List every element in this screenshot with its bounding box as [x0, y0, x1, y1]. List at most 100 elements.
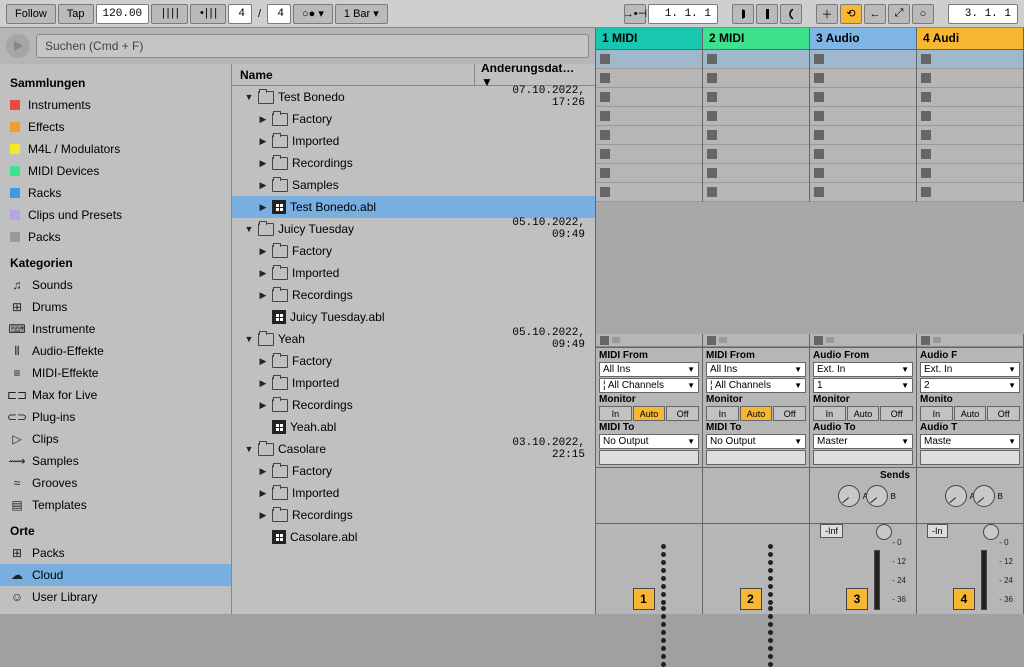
track-status-row[interactable] [810, 334, 916, 347]
clip-slot[interactable] [596, 164, 702, 183]
automation-arm-button[interactable]: ⟲ [840, 4, 862, 24]
nudge-up-icon[interactable]: •||| [190, 4, 226, 24]
disclosure-triangle-icon[interactable]: ▶ [258, 510, 268, 520]
file-row[interactable]: ▶Recordings [232, 394, 595, 416]
clip-slot[interactable] [917, 183, 1023, 202]
file-row[interactable]: ▶Factory [232, 350, 595, 372]
clip-slot[interactable] [917, 50, 1023, 69]
io-channel-dropdown[interactable]: 1▼ [813, 378, 913, 393]
clip-slot[interactable] [917, 145, 1023, 164]
monitor-off-button[interactable]: Off [880, 406, 913, 421]
file-row[interactable]: ▶Recordings [232, 284, 595, 306]
category-grooves[interactable]: ≈Grooves [0, 472, 231, 494]
io-to-dropdown[interactable]: No Output▼ [706, 434, 806, 449]
file-row[interactable]: ▶Imported [232, 482, 595, 504]
disclosure-triangle-icon[interactable]: ▼ [244, 224, 254, 234]
file-row[interactable]: ▼Casolare03.10.2022, 22:15 [232, 438, 595, 460]
file-row[interactable]: ▶Imported [232, 262, 595, 284]
collection-racks[interactable]: Racks [0, 182, 231, 204]
clip-slot[interactable] [917, 69, 1023, 88]
io-from-dropdown[interactable]: All Ins▼ [599, 362, 699, 377]
clip-slot[interactable] [703, 69, 809, 88]
marker-icon[interactable]: →•⊣ [624, 4, 646, 24]
collection-clips-und-presets[interactable]: Clips und Presets [0, 204, 231, 226]
play-button[interactable] [732, 4, 754, 24]
collection-midi-devices[interactable]: MIDI Devices [0, 160, 231, 182]
file-row[interactable]: ▼Test Bonedo07.10.2022, 17:26 [232, 86, 595, 108]
track-status-row[interactable] [917, 334, 1023, 347]
category-templates[interactable]: ▤Templates [0, 494, 231, 516]
io-from-dropdown[interactable]: All Ins▼ [706, 362, 806, 377]
record-button[interactable] [780, 4, 802, 24]
stop-button[interactable] [756, 4, 778, 24]
io-channel-dropdown[interactable]: ¦ All Channels▼ [599, 378, 699, 393]
collection-packs[interactable]: Packs [0, 226, 231, 248]
disclosure-triangle-icon[interactable]: ▶ [258, 246, 268, 256]
file-row[interactable]: ▶Samples [232, 174, 595, 196]
monitor-in-button[interactable]: In [599, 406, 632, 421]
category-audio-effekte[interactable]: ⫴Audio-Effekte [0, 340, 231, 362]
collection-instruments[interactable]: Instruments [0, 94, 231, 116]
pan-knob[interactable] [983, 524, 999, 540]
track-header[interactable]: 4 Audi [917, 28, 1024, 50]
file-row[interactable]: Yeah.abl [232, 416, 595, 438]
file-row[interactable]: ▶Imported [232, 372, 595, 394]
disclosure-triangle-icon[interactable]: ▶ [258, 114, 268, 124]
peak-level[interactable]: -Inf [820, 524, 843, 538]
clip-slot[interactable] [703, 183, 809, 202]
disclosure-triangle-icon[interactable]: ▶ [258, 202, 268, 212]
category-samples[interactable]: ⟿Samples [0, 450, 231, 472]
disclosure-triangle-icon[interactable]: ▶ [258, 378, 268, 388]
clip-slot[interactable] [703, 145, 809, 164]
monitor-off-button[interactable]: Off [987, 406, 1020, 421]
io-channel-dropdown[interactable]: ¦ All Channels▼ [706, 378, 806, 393]
io-to-dropdown[interactable]: Master▼ [813, 434, 913, 449]
collection-effects[interactable]: Effects [0, 116, 231, 138]
track-status-row[interactable] [703, 334, 809, 347]
place-cloud[interactable]: ☁Cloud [0, 564, 231, 586]
peak-level[interactable]: -In [927, 524, 948, 538]
disclosure-triangle-icon[interactable]: ▼ [244, 92, 254, 102]
preview-play-icon[interactable] [6, 34, 30, 58]
category-clips[interactable]: ▷Clips [0, 428, 231, 450]
track-activator-button[interactable]: 3 [846, 588, 868, 610]
file-row[interactable]: ▶Factory [232, 240, 595, 262]
disclosure-triangle-icon[interactable] [258, 312, 268, 322]
monitor-in-button[interactable]: In [813, 406, 846, 421]
track-header[interactable]: 2 MIDI [703, 28, 810, 50]
capture-button[interactable]: ⤢ [888, 4, 910, 24]
file-row[interactable]: ▼Yeah05.10.2022, 09:49 [232, 328, 595, 350]
disclosure-triangle-icon[interactable]: ▶ [258, 158, 268, 168]
tempo-field[interactable]: 120.00 [96, 4, 150, 24]
track-header[interactable]: 1 MIDI [596, 28, 703, 50]
clip-slot[interactable] [596, 69, 702, 88]
send-a-knob[interactable] [838, 485, 860, 507]
file-row[interactable]: Juicy Tuesday.abl [232, 306, 595, 328]
place-user-library[interactable]: ☺User Library [0, 586, 231, 608]
track-activator-button[interactable]: 1 [633, 588, 655, 610]
category-max-for-live[interactable]: ⊏⊐Max for Live [0, 384, 231, 406]
file-row[interactable]: ▶Recordings [232, 504, 595, 526]
io-channel-dropdown[interactable]: 2▼ [920, 378, 1020, 393]
timesig-numerator[interactable]: 4 [228, 4, 252, 24]
monitor-auto-button[interactable]: Auto [954, 406, 987, 421]
io-sub-dropdown[interactable] [599, 450, 699, 465]
category-drums[interactable]: ⊞Drums [0, 296, 231, 318]
disclosure-triangle-icon[interactable]: ▼ [244, 334, 254, 344]
io-sub-dropdown[interactable] [920, 450, 1020, 465]
file-row[interactable]: ▶Factory [232, 460, 595, 482]
clip-slot[interactable] [917, 107, 1023, 126]
monitor-off-button[interactable]: Off [666, 406, 699, 421]
place-packs[interactable]: ⊞Packs [0, 542, 231, 564]
disclosure-triangle-icon[interactable]: ▶ [258, 180, 268, 190]
monitor-off-button[interactable]: Off [773, 406, 806, 421]
disclosure-triangle-icon[interactable]: ▶ [258, 400, 268, 410]
clip-slot[interactable] [917, 126, 1023, 145]
clip-slot[interactable] [917, 88, 1023, 107]
disclosure-triangle-icon[interactable]: ▶ [258, 466, 268, 476]
monitor-auto-button[interactable]: Auto [847, 406, 880, 421]
clip-slot[interactable] [703, 50, 809, 69]
monitor-auto-button[interactable]: Auto [633, 406, 666, 421]
file-row[interactable]: ▶Factory [232, 108, 595, 130]
clip-slot[interactable] [596, 50, 702, 69]
